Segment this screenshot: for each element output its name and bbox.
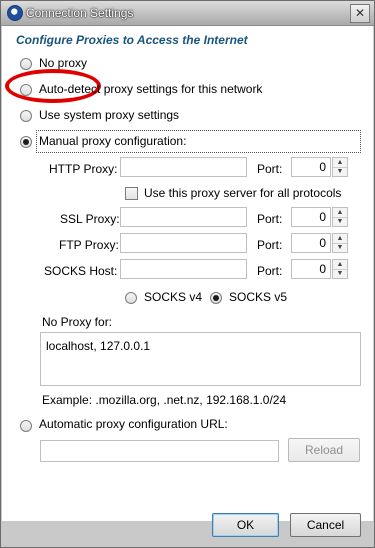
firefox-icon bbox=[7, 5, 23, 21]
http-port-label: Port: bbox=[257, 162, 283, 176]
ftp-port-input[interactable]: 0 bbox=[291, 233, 331, 253]
section-heading: Configure Proxies to Access the Internet bbox=[16, 33, 248, 47]
socks-port-label: Port: bbox=[257, 264, 283, 278]
manual-proxy-label[interactable]: Manual proxy configuration: bbox=[39, 134, 186, 148]
no-proxy-textarea[interactable]: localhost, 127.0.0.1 bbox=[40, 332, 361, 386]
ssl-port-label: Port: bbox=[257, 212, 283, 226]
socks-v5-label[interactable]: SOCKS v5 bbox=[229, 290, 287, 304]
cancel-button[interactable]: Cancel bbox=[290, 513, 361, 537]
automatic-proxy-radio[interactable] bbox=[20, 420, 32, 432]
ftp-port-spinner[interactable]: ▲ ▼ bbox=[332, 233, 348, 253]
no-proxy-value: localhost, 127.0.0.1 bbox=[46, 339, 151, 353]
title-bar: Connection Settings ✕ bbox=[1, 1, 374, 26]
system-proxy-radio[interactable] bbox=[20, 110, 32, 122]
ftp-proxy-input[interactable] bbox=[120, 233, 247, 253]
system-proxy-label[interactable]: Use system proxy settings bbox=[39, 108, 179, 122]
manual-proxy-radio[interactable] bbox=[20, 136, 32, 148]
no-proxy-label[interactable]: No proxy bbox=[39, 56, 87, 70]
no-proxy-radio[interactable] bbox=[20, 58, 32, 70]
ssl-proxy-label: SSL Proxy: bbox=[60, 212, 120, 226]
automatic-proxy-label[interactable]: Automatic proxy configuration URL: bbox=[39, 417, 228, 431]
close-button[interactable]: ✕ bbox=[350, 4, 370, 23]
use-same-proxy-label[interactable]: Use this proxy server for all protocols bbox=[144, 186, 341, 200]
ok-button[interactable]: OK bbox=[212, 513, 279, 537]
spin-down-icon[interactable]: ▼ bbox=[333, 217, 347, 226]
socks-host-label: SOCKS Host: bbox=[44, 264, 118, 278]
connection-settings-window: Connection Settings ✕ Configure Proxies … bbox=[0, 0, 375, 548]
no-proxy-example: Example: .mozilla.org, .net.nz, 192.168.… bbox=[42, 393, 287, 407]
socks-v4-label[interactable]: SOCKS v4 bbox=[144, 290, 202, 304]
ssl-proxy-input[interactable] bbox=[120, 207, 247, 227]
ssl-port-input[interactable]: 0 bbox=[291, 207, 331, 227]
ssl-port-spinner[interactable]: ▲ ▼ bbox=[332, 207, 348, 227]
close-icon: ✕ bbox=[354, 6, 366, 20]
http-proxy-label: HTTP Proxy: bbox=[49, 162, 118, 176]
spin-down-icon[interactable]: ▼ bbox=[333, 243, 347, 252]
socks-port-input[interactable]: 0 bbox=[291, 259, 331, 279]
proxy-config-url-input[interactable] bbox=[40, 440, 279, 462]
window-title: Connection Settings bbox=[26, 6, 134, 20]
auto-detect-label[interactable]: Auto-detect proxy settings for this netw… bbox=[39, 82, 262, 96]
spin-down-icon[interactable]: ▼ bbox=[333, 167, 347, 176]
reload-button[interactable]: Reload bbox=[288, 438, 360, 462]
http-port-spinner[interactable]: ▲ ▼ bbox=[332, 157, 348, 177]
spin-down-icon[interactable]: ▼ bbox=[333, 269, 347, 278]
socks-v5-radio[interactable] bbox=[210, 292, 222, 304]
ftp-proxy-label: FTP Proxy: bbox=[59, 238, 119, 252]
ftp-port-label: Port: bbox=[257, 238, 283, 252]
http-port-input[interactable]: 0 bbox=[291, 157, 331, 177]
http-proxy-input[interactable] bbox=[120, 157, 247, 177]
socks-host-input[interactable] bbox=[120, 259, 247, 279]
dialog-content: Configure Proxies to Access the Internet… bbox=[2, 26, 373, 521]
use-same-proxy-checkbox[interactable] bbox=[125, 187, 138, 200]
socks-v4-radio[interactable] bbox=[125, 292, 137, 304]
no-proxy-for-label: No Proxy for: bbox=[42, 315, 113, 329]
auto-detect-radio[interactable] bbox=[20, 84, 32, 96]
socks-port-spinner[interactable]: ▲ ▼ bbox=[332, 259, 348, 279]
